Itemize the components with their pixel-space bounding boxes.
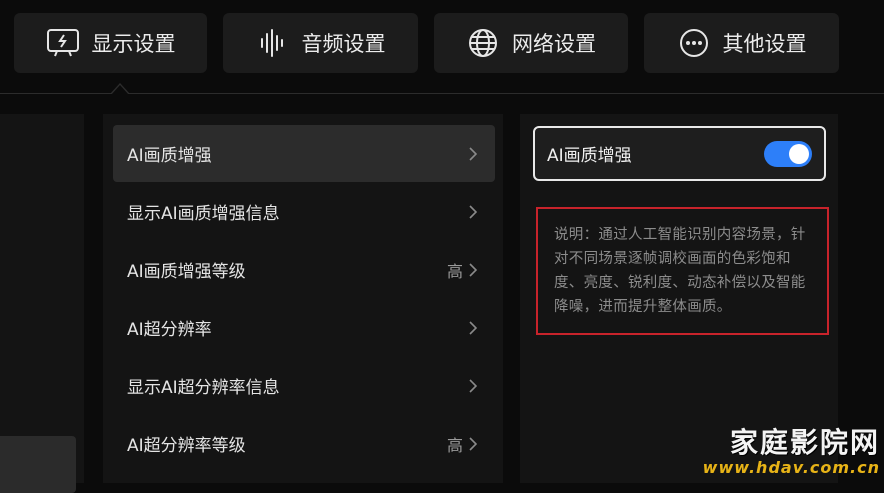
chevron-right-icon xyxy=(469,320,481,335)
settings-tab-bar: 显示设置 音频设置 网络设置 其他设置 xyxy=(0,0,884,94)
tab-label: 其他设置 xyxy=(722,32,807,56)
tab-label: 音频设置 xyxy=(301,32,386,56)
audio-waveform-icon xyxy=(256,26,290,60)
watermark-title: 家庭影院网 xyxy=(729,426,880,459)
toggle-knob xyxy=(789,143,809,164)
watermark-url: www.hdav.com.cn xyxy=(702,458,880,477)
menu-item-label: 显示AI画质增强信息 xyxy=(127,204,280,224)
category-panel xyxy=(0,114,84,493)
menu-item-show-ai-enhance-info[interactable]: 显示AI画质增强信息 xyxy=(113,183,495,240)
description-box: 说明：通过人工智能识别内容场景，针对不同场景逐帧调校画面的色彩饱和度、亮度、锐利… xyxy=(536,207,829,335)
menu-item-value: 高 xyxy=(446,435,463,455)
settings-menu: AI画质增强 显示AI画质增强信息 AI画质增强等级 高 AI超分辨率 显示AI… xyxy=(103,114,503,483)
watermark: 家庭影院网 www.hdav.com.cn xyxy=(703,427,880,477)
tab-label: 网络设置 xyxy=(512,32,596,56)
menu-item-label: AI画质增强等级 xyxy=(127,262,246,282)
menu-item-label: 显示AI超分辨率信息 xyxy=(127,378,280,398)
tab-display-settings[interactable]: 显示设置 xyxy=(14,13,207,73)
menu-item-ai-super-resolution[interactable]: AI超分辨率 xyxy=(113,299,495,356)
chevron-right-icon xyxy=(469,204,481,219)
chevron-right-icon xyxy=(469,378,481,393)
description-text: 说明：通过人工智能识别内容场景，针对不同场景逐帧调校画面的色彩饱和度、亮度、锐利… xyxy=(554,227,806,315)
globe-icon xyxy=(466,26,500,60)
toggle-label: AI画质增强 xyxy=(547,146,632,166)
chevron-right-icon xyxy=(469,262,481,277)
tab-audio-settings[interactable]: 音频设置 xyxy=(223,13,418,73)
menu-item-label: AI画质增强 xyxy=(127,146,212,166)
chevron-right-icon xyxy=(469,436,481,451)
more-dots-icon xyxy=(677,26,711,60)
menu-item-ai-enhance-level[interactable]: AI画质增强等级 高 xyxy=(113,241,495,298)
ai-enhance-toggle-row[interactable]: AI画质增强 xyxy=(533,126,826,181)
menu-item-label: AI超分辨率等级 xyxy=(127,436,246,456)
chevron-right-icon xyxy=(469,146,481,161)
menu-item-show-ai-super-resolution-info[interactable]: 显示AI超分辨率信息 xyxy=(113,357,495,414)
tab-label: 显示设置 xyxy=(91,32,176,56)
menu-item-value: 高 xyxy=(446,261,463,281)
tab-network-settings[interactable]: 网络设置 xyxy=(434,13,628,73)
tab-other-settings[interactable]: 其他设置 xyxy=(644,13,839,73)
menu-item-ai-super-resolution-level[interactable]: AI超分辨率等级 高 xyxy=(113,415,495,472)
menu-item-label: AI超分辨率 xyxy=(127,320,212,340)
ai-enhance-toggle-switch[interactable] xyxy=(764,140,812,167)
tab-divider xyxy=(0,93,884,94)
display-settings-icon xyxy=(46,26,80,60)
category-item-selected[interactable] xyxy=(0,436,76,493)
menu-item-ai-enhance[interactable]: AI画质增强 xyxy=(113,125,495,182)
